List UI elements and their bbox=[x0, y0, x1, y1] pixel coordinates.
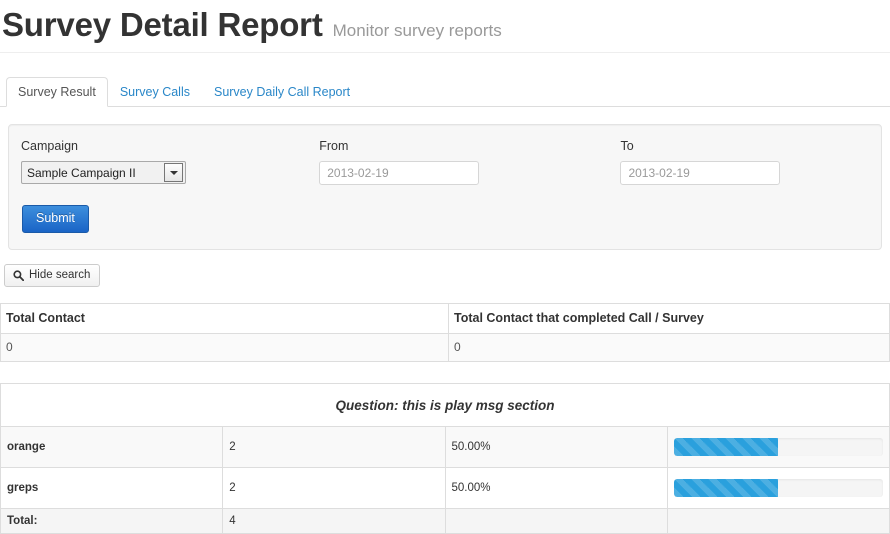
answer-count: 2 bbox=[222, 426, 446, 468]
total-bar-cell bbox=[666, 508, 890, 534]
filter-panel: Campaign Sample Campaign II From To Subm… bbox=[8, 124, 882, 250]
submit-row: Submit bbox=[21, 205, 869, 233]
to-label: To bbox=[620, 139, 634, 153]
question-table-wrap: Question: this is play msg section orang… bbox=[0, 383, 890, 534]
from-field-group: From bbox=[319, 139, 620, 185]
col-total-completed: Total Contact that completed Call / Surv… bbox=[448, 303, 890, 334]
cell-total-completed: 0 bbox=[448, 333, 890, 362]
tab-survey-calls[interactable]: Survey Calls bbox=[108, 77, 202, 107]
to-field-group: To bbox=[620, 139, 869, 185]
table-row-total: Total: 4 bbox=[0, 508, 890, 534]
progress-track bbox=[673, 438, 883, 456]
campaign-label: Campaign bbox=[21, 139, 78, 153]
progress-bar bbox=[673, 438, 779, 456]
submit-button[interactable]: Submit bbox=[22, 205, 89, 233]
table-row: 0 0 bbox=[0, 333, 890, 362]
filter-row: Campaign Sample Campaign II From To bbox=[21, 139, 869, 185]
page-header: Survey Detail Report Monitor survey repo… bbox=[0, 0, 890, 53]
page-title: Survey Detail Report bbox=[2, 6, 323, 43]
from-date-input[interactable] bbox=[319, 161, 480, 185]
question-title: Question: this is play msg section bbox=[0, 383, 890, 427]
answer-percent: 50.00% bbox=[444, 467, 668, 509]
answer-bar-cell bbox=[666, 467, 890, 509]
total-percent bbox=[444, 508, 668, 534]
answer-percent: 50.00% bbox=[444, 426, 668, 468]
cell-total-contact: 0 bbox=[0, 333, 449, 362]
answer-count: 2 bbox=[222, 467, 446, 509]
total-count: 4 bbox=[222, 508, 446, 534]
col-total-contact: Total Contact bbox=[0, 303, 449, 334]
campaign-field-group: Campaign Sample Campaign II bbox=[21, 139, 319, 185]
from-label: From bbox=[319, 139, 349, 153]
chevron-down-icon bbox=[164, 163, 183, 182]
totals-table: Total Contact Total Contact that complet… bbox=[0, 303, 890, 362]
hide-search-row: Hide search bbox=[4, 264, 890, 287]
page-subtitle: Monitor survey reports bbox=[332, 21, 502, 40]
search-icon bbox=[13, 270, 24, 281]
question-table: Question: this is play msg section orang… bbox=[0, 383, 890, 534]
answer-label: orange bbox=[0, 426, 224, 468]
progress-track bbox=[673, 479, 883, 497]
table-row: orange 2 50.00% bbox=[0, 426, 890, 468]
question-header-row: Question: this is play msg section bbox=[0, 383, 890, 427]
tab-bar: Survey Result Survey Calls Survey Daily … bbox=[0, 77, 890, 107]
tab-survey-result[interactable]: Survey Result bbox=[6, 77, 108, 107]
total-label: Total: bbox=[0, 508, 224, 534]
table-header-row: Total Contact Total Contact that complet… bbox=[0, 303, 890, 334]
hide-search-label: Hide search bbox=[29, 269, 91, 281]
campaign-select[interactable]: Sample Campaign II bbox=[21, 161, 186, 184]
campaign-select-value: Sample Campaign II bbox=[27, 165, 136, 180]
hide-search-button[interactable]: Hide search bbox=[4, 264, 101, 287]
progress-bar bbox=[673, 479, 779, 497]
to-date-input[interactable] bbox=[620, 161, 781, 185]
tab-survey-daily-call-report[interactable]: Survey Daily Call Report bbox=[202, 77, 362, 107]
answer-bar-cell bbox=[666, 426, 890, 468]
table-row: greps 2 50.00% bbox=[0, 467, 890, 509]
totals-table-wrap: Total Contact Total Contact that complet… bbox=[0, 303, 890, 362]
answer-label: greps bbox=[0, 467, 224, 509]
